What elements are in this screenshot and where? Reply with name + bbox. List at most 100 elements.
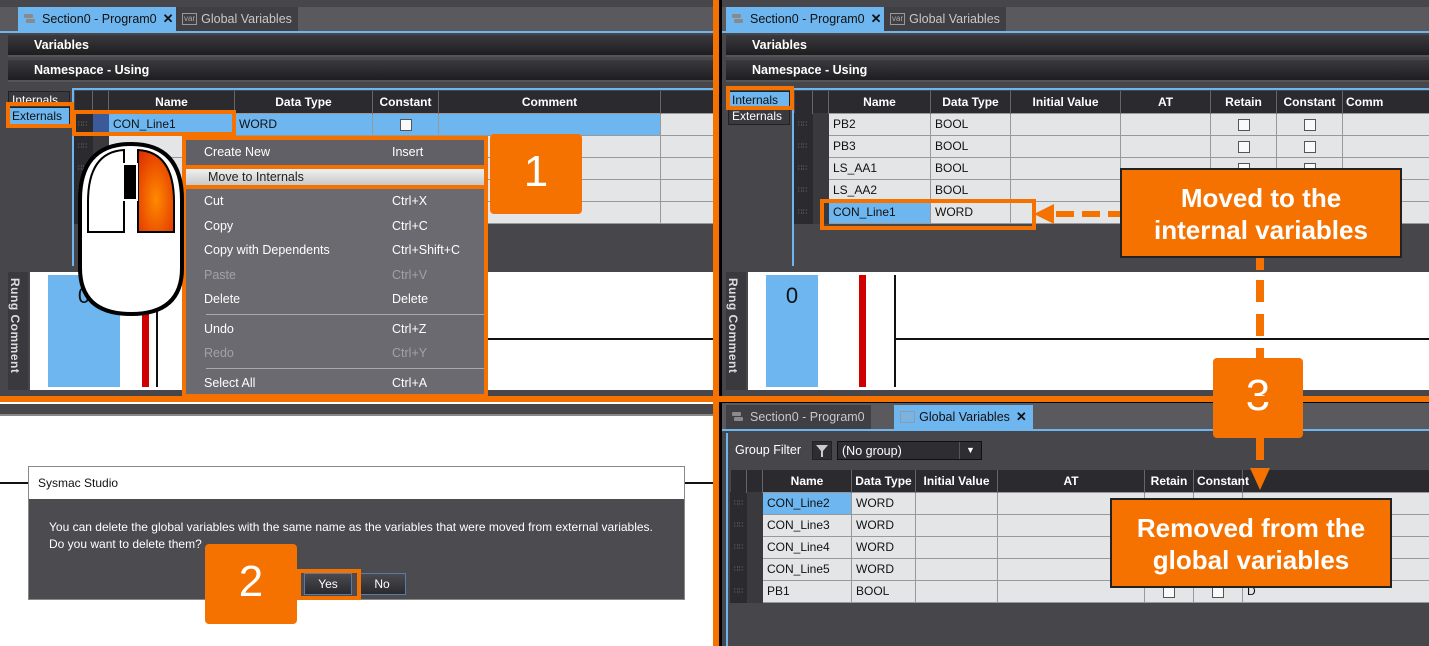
cell-name[interactable]: LS_AA2 <box>828 178 931 202</box>
cell-name[interactable]: CON_Line4 <box>762 535 852 559</box>
col-at[interactable]: AT <box>1120 91 1211 113</box>
cell-type[interactable]: WORD <box>851 513 916 537</box>
col-data-type[interactable]: Data Type <box>851 470 916 492</box>
menu-item-copy-with-dependents[interactable]: Copy with Dependents Ctrl+Shift+C <box>186 238 484 263</box>
menu-item-undo[interactable]: Undo Ctrl+Z <box>186 317 484 342</box>
context-menu: Create New Insert Move to Internals Cut Ct… <box>182 136 488 398</box>
table-header: Name Data Type Initial Value AT Retain C… <box>794 91 1429 113</box>
var-icon: var <box>890 13 906 25</box>
program-icon <box>24 14 38 24</box>
cell-type[interactable]: BOOL <box>930 134 1011 158</box>
table-row[interactable]: ∷∷ PB2 BOOL <box>794 112 1429 136</box>
col-constant[interactable]: Constant <box>1193 470 1249 492</box>
funnel-icon <box>816 445 828 457</box>
cell-type[interactable]: WORD <box>851 491 916 515</box>
group-filter-select[interactable]: (No group) ▼ <box>837 441 982 460</box>
table-row[interactable]: ∷∷ PB3 BOOL <box>794 134 1429 158</box>
right-click-mouse-icon <box>78 141 184 317</box>
col-constant[interactable]: Constant <box>372 91 439 113</box>
cell-name[interactable]: CON_Line3 <box>762 513 852 537</box>
con-line1-moved-highlight <box>820 199 1036 230</box>
tab-global-variables[interactable]: var Global Variables <box>176 7 298 31</box>
col-data-type[interactable]: Data Type <box>234 91 373 113</box>
tab-global-variables[interactable]: var Global Variables <box>884 7 1006 31</box>
cell-type[interactable]: BOOL <box>851 579 916 603</box>
var-icon: var <box>182 13 198 25</box>
step1-panel: Section0 - Program0 ✕ var Global Variabl… <box>0 0 714 398</box>
group-filter-value: (No group) <box>842 444 902 458</box>
namespace-header[interactable]: Namespace - Using <box>726 60 1429 82</box>
rung-line <box>894 275 896 387</box>
constant-checkbox[interactable] <box>1303 118 1316 131</box>
cell-name[interactable]: PB2 <box>828 112 931 136</box>
editor-tab-bar: Section0 - Program0 ✕ var Global Variabl… <box>722 7 1429 33</box>
tab-label: Section0 - Program0 <box>750 410 865 424</box>
cell-name[interactable]: PB3 <box>828 134 931 158</box>
internals-panel: Section0 - Program0 ✕ var Global Variabl… <box>722 0 1429 398</box>
close-icon[interactable]: ✕ <box>871 11 882 27</box>
tab-section0-program0[interactable]: Section0 - Program0 ✕ <box>726 7 888 31</box>
col-retain[interactable]: Retain <box>1144 470 1194 492</box>
tab-label: Section0 - Program0 <box>750 12 865 26</box>
col-at[interactable]: AT <box>997 470 1145 492</box>
namespace-header[interactable]: Namespace - Using <box>8 60 714 82</box>
rung-comment-side-tab[interactable]: Rung Comment <box>8 272 28 390</box>
col-comment[interactable]: Comment <box>438 91 661 113</box>
removed-callout: Removed from the global variables <box>1110 498 1392 588</box>
chevron-down-icon: ▼ <box>959 442 981 459</box>
menu-item-move-to-internals[interactable]: Move to Internals <box>182 164 488 189</box>
rung-comment-side-tab[interactable]: Rung Comment <box>726 272 746 390</box>
rung-horizontal <box>480 338 714 340</box>
col-comment[interactable]: Comm <box>1342 91 1429 113</box>
close-icon[interactable]: ✕ <box>1016 409 1027 425</box>
cell-type[interactable]: BOOL <box>930 112 1011 136</box>
close-icon[interactable]: ✕ <box>163 11 174 27</box>
arrow-left-icon <box>1034 204 1124 224</box>
menu-item-create-new[interactable]: Create New Insert <box>186 140 484 165</box>
var-icon: var <box>900 411 916 423</box>
col-retain[interactable]: Retain <box>1210 91 1277 113</box>
cell-name[interactable]: LS_AA1 <box>828 156 931 180</box>
tab-section0-program0[interactable]: Section0 - Program0 <box>726 405 871 429</box>
col-initial-value[interactable]: Initial Value <box>1010 91 1121 113</box>
con-line1-highlight <box>72 110 236 136</box>
constant-checkbox[interactable] <box>1303 140 1316 153</box>
checkbox[interactable] <box>399 118 412 131</box>
tab-label: Section0 - Program0 <box>42 12 157 26</box>
menu-item-select-all[interactable]: Select All Ctrl+A <box>186 371 484 396</box>
menu-item-delete[interactable]: Delete Delete <box>186 287 484 312</box>
cell-type[interactable]: WORD <box>851 557 916 581</box>
filter-button[interactable] <box>812 441 832 460</box>
divider-horizontal <box>0 396 1429 402</box>
col-name[interactable]: Name <box>828 91 931 113</box>
col-name[interactable]: Name <box>762 470 852 492</box>
cell-type[interactable]: WORD <box>851 535 916 559</box>
cell-name[interactable]: CON_Line5 <box>762 557 852 581</box>
ladder-editor[interactable] <box>748 272 1429 390</box>
dialog-no-button[interactable]: No <box>358 573 406 595</box>
col-data-type[interactable]: Data Type <box>930 91 1011 113</box>
left-power-rail <box>859 275 866 387</box>
variables-header[interactable]: Variables <box>8 35 714 57</box>
program-icon <box>732 14 746 24</box>
global-variables-panel: Section0 - Program0 var Global Variables… <box>722 403 1429 646</box>
group-filter-label: Group Filter <box>735 443 801 457</box>
col-constant[interactable]: Constant <box>1276 91 1343 113</box>
tab-section0-program0[interactable]: Section0 - Program0 ✕ <box>18 7 180 31</box>
variables-header[interactable]: Variables <box>726 35 1429 57</box>
cell-name[interactable]: PB1 <box>762 579 852 603</box>
cell-type[interactable]: BOOL <box>930 178 1011 202</box>
tab-global-variables[interactable]: var Global Variables ✕ <box>894 405 1033 429</box>
cell-constant[interactable] <box>372 112 439 136</box>
cell-name[interactable]: CON_Line2 <box>762 491 852 515</box>
cell-type[interactable]: BOOL <box>930 156 1011 180</box>
cell-type[interactable]: WORD <box>234 112 373 136</box>
col-initial-value[interactable]: Initial Value <box>915 470 998 492</box>
menu-item-copy[interactable]: Copy Ctrl+C <box>186 214 484 239</box>
cell-comment[interactable] <box>438 112 661 136</box>
retain-checkbox[interactable] <box>1237 140 1250 153</box>
retain-checkbox[interactable] <box>1237 118 1250 131</box>
step-badge-2: 2 <box>205 544 297 624</box>
menu-item-cut[interactable]: Cut Ctrl+X <box>186 189 484 214</box>
menu-item-paste: Paste Ctrl+V <box>204 267 428 282</box>
